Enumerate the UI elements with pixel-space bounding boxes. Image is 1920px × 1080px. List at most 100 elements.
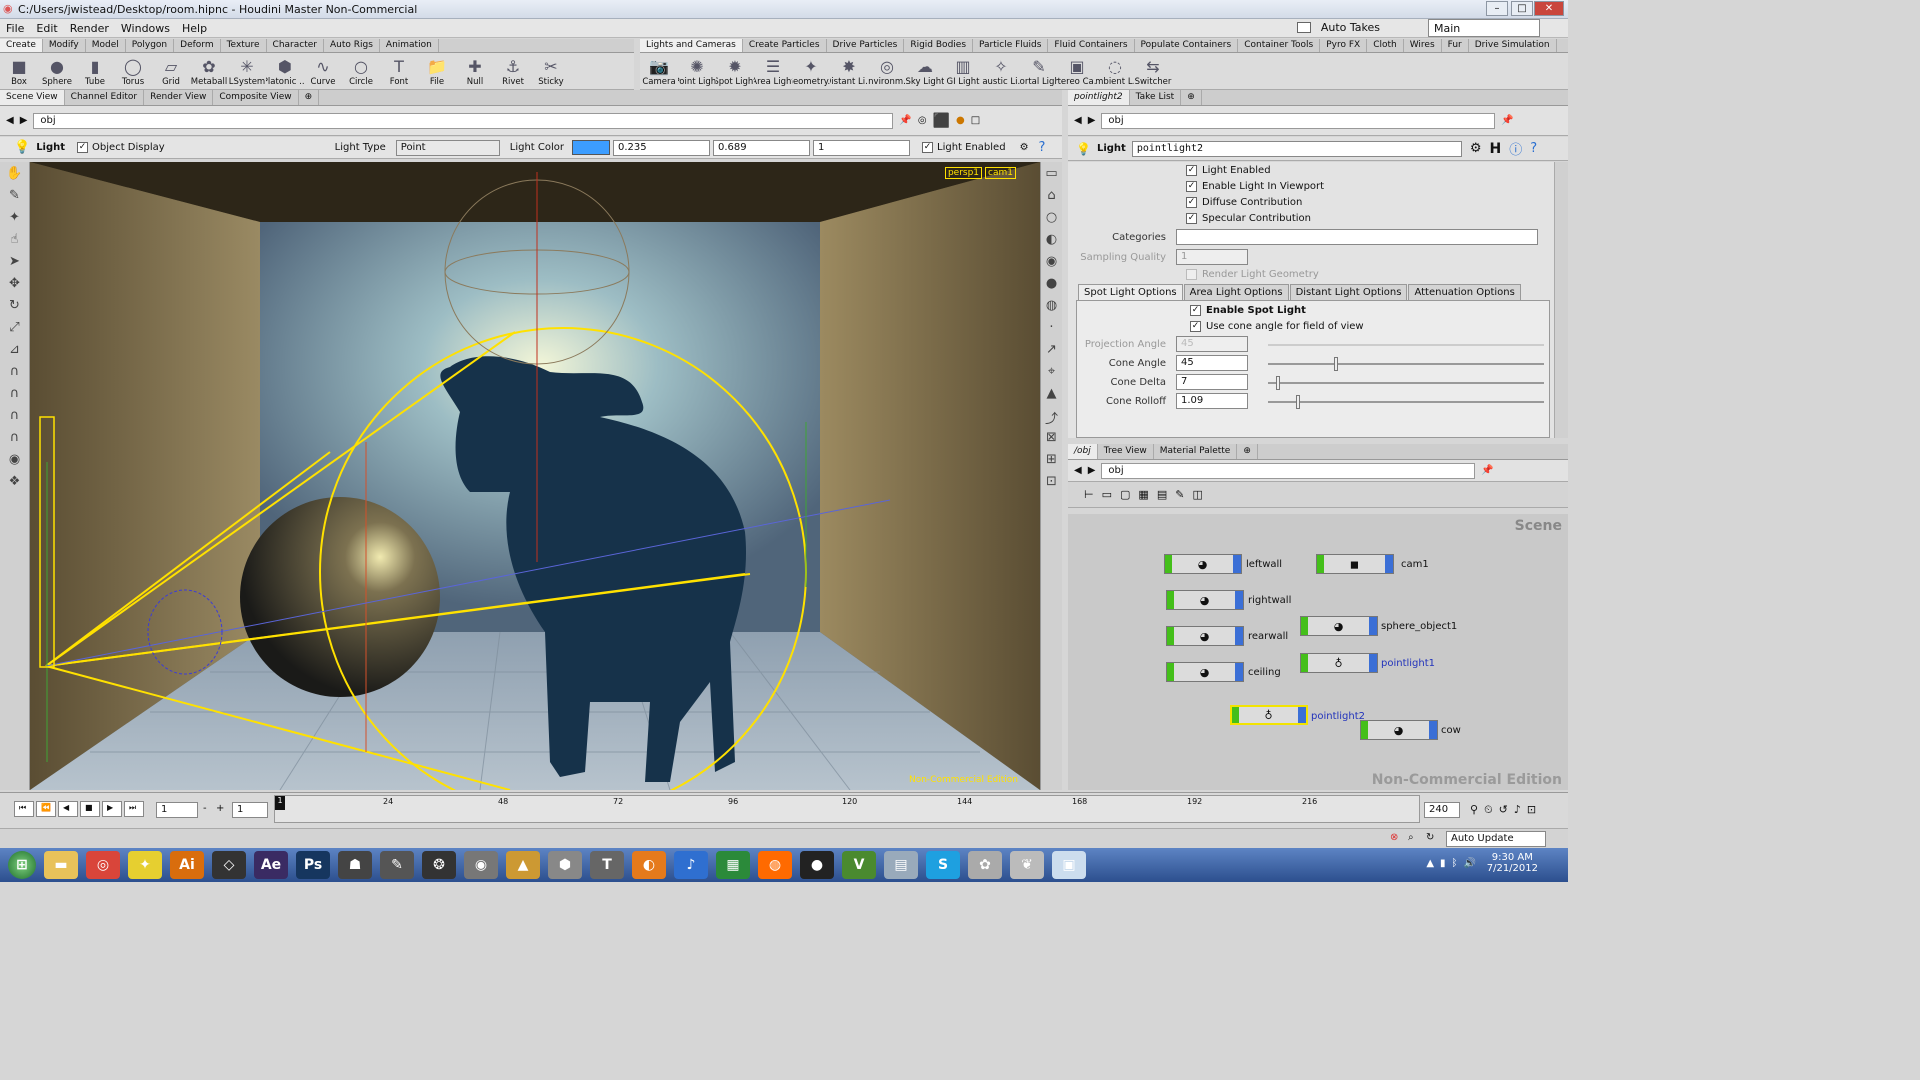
tool-environm[interactable]: ◎Environm...	[868, 53, 906, 89]
tray-bluetooth-icon[interactable]: ᛒ	[1452, 858, 1458, 869]
tool-platonic[interactable]: ⬢Platonic ...	[266, 53, 304, 89]
node-pointlight1[interactable]: ♁	[1300, 653, 1378, 673]
auto-update-select[interactable]: Auto Update	[1446, 831, 1546, 847]
shelf-tab-populate-containers[interactable]: Populate Containers	[1135, 39, 1239, 52]
color-g-field[interactable]: 0.689	[713, 139, 811, 156]
forward-arrow-icon[interactable]: ▶	[20, 115, 28, 126]
play-reverse-button[interactable]: ◀	[58, 801, 78, 817]
tool-distant-li[interactable]: ✸Distant Li...	[830, 53, 868, 89]
categories-field[interactable]	[1176, 229, 1538, 245]
magnet-d-icon[interactable]: ∩	[5, 430, 25, 448]
specular-checkbox[interactable]: ✓	[1186, 212, 1197, 224]
display-icon-13[interactable]: ⊠	[1042, 430, 1062, 448]
display-icon-6[interactable]: ●	[1042, 276, 1062, 294]
net-back-icon[interactable]: ◀	[1074, 465, 1082, 476]
shelf-tab-rigid-bodies[interactable]: Rigid Bodies	[904, 39, 974, 52]
color-b-field[interactable]: 1	[813, 139, 911, 156]
tool-caustic-li[interactable]: ✧Caustic Li...	[982, 53, 1020, 89]
cone-delta-field[interactable]: 7	[1176, 374, 1248, 390]
frame-decrement-button[interactable]: -	[203, 803, 207, 814]
tool-geometry[interactable]: ✦Geometry...	[792, 53, 830, 89]
net-tool-icon-1[interactable]: ⊢	[1084, 488, 1094, 501]
tray-arrow-icon[interactable]: ▲	[1426, 858, 1434, 869]
node-ceiling[interactable]: ◕	[1166, 662, 1244, 682]
menu-render[interactable]: Render	[64, 22, 115, 35]
tool-point-light[interactable]: ✺Point Light	[678, 53, 716, 89]
help-icon[interactable]: ?	[1039, 140, 1046, 155]
shelf-tab-wires[interactable]: Wires	[1404, 39, 1442, 52]
net-pin-icon[interactable]: 📌	[1481, 465, 1493, 476]
display-icon-12[interactable]: ⤴	[1042, 408, 1062, 427]
loop-icon[interactable]: ↺	[1499, 803, 1508, 817]
tab-attenuation-options[interactable]: Attenuation Options	[1408, 284, 1521, 300]
close-button[interactable]: ✕	[1534, 1, 1564, 16]
after-effects-icon[interactable]: Ae	[254, 851, 288, 879]
view-tool-icon[interactable]: ✋	[5, 166, 25, 184]
feather-app-icon[interactable]: ✎	[380, 851, 414, 879]
shelf-tab-polygon[interactable]: Polygon	[126, 39, 175, 52]
persp-menu[interactable]: persp1	[944, 167, 983, 179]
background-icon[interactable]: □	[971, 115, 980, 126]
enable-spot-checkbox[interactable]: ✓	[1190, 304, 1201, 316]
auto-takes-checkbox[interactable]	[1296, 22, 1311, 33]
shelf-tab-deform[interactable]: Deform	[174, 39, 221, 52]
tab-pointlight2[interactable]: pointlight2	[1068, 90, 1130, 105]
itunes-icon[interactable]: ♪	[674, 851, 708, 879]
tool-tube[interactable]: ▮ Tube	[76, 53, 114, 89]
end-frame-field[interactable]: 240	[1424, 802, 1460, 818]
butterfly-app-icon[interactable]: ❦	[1010, 851, 1044, 879]
blender-icon[interactable]: ◐	[632, 851, 666, 879]
shelf-tab-cloth[interactable]: Cloth	[1367, 39, 1404, 52]
search-icon[interactable]: ⌕	[1408, 832, 1414, 843]
rotate-tool-icon[interactable]: ↻	[5, 298, 25, 316]
photoshop-icon[interactable]: Ps	[296, 851, 330, 879]
excel-app-icon[interactable]: ▦	[716, 851, 750, 879]
node-cow[interactable]: ◕	[1360, 720, 1438, 740]
play-button[interactable]: ▶	[102, 801, 122, 817]
chrome-icon[interactable]: ◎	[86, 851, 120, 879]
shelf-tab-create[interactable]: Create	[0, 39, 43, 52]
diffuse-checkbox[interactable]: ✓	[1186, 196, 1197, 208]
handle-icon[interactable]: ⚙	[1020, 142, 1029, 153]
tool-spot-light[interactable]: ✹Spot Light	[716, 53, 754, 89]
brush-tool-icon[interactable]: ✦	[5, 210, 25, 228]
tool-null[interactable]: ✚ Null	[456, 53, 494, 89]
illustrator-icon[interactable]: Ai	[170, 851, 204, 879]
net-tool-icon-3[interactable]: ▢	[1120, 488, 1130, 501]
matlab-icon[interactable]: ▲	[506, 851, 540, 879]
shelf-tab-animation[interactable]: Animation	[380, 39, 439, 52]
menu-file[interactable]: File	[0, 22, 30, 35]
cone-angle-field[interactable]: 45	[1176, 355, 1248, 371]
node-rearwall[interactable]: ◕	[1166, 626, 1244, 646]
current-frame-field[interactable]: 1	[156, 802, 198, 818]
node-leftwall[interactable]: ◕	[1164, 554, 1242, 574]
shelf-tab-drive-particles[interactable]: Drive Particles	[827, 39, 905, 52]
mask-app-icon[interactable]: ☗	[338, 851, 372, 879]
display-icon-2[interactable]: ⌂	[1042, 188, 1062, 206]
houdini-taskbar-icon[interactable]: ◍	[758, 851, 792, 879]
net-note-icon[interactable]: ✎	[1175, 488, 1184, 501]
menu-help[interactable]: Help	[176, 22, 213, 35]
display-icon-3[interactable]: ○	[1042, 210, 1062, 228]
shelf-tab-texture[interactable]: Texture	[221, 39, 267, 52]
select-tool-icon[interactable]: ➤	[5, 254, 25, 272]
param-help-icon[interactable]: ?	[1530, 141, 1537, 156]
pin-icon[interactable]: 📌	[899, 115, 911, 126]
tool-area-light[interactable]: ☰Area Light	[754, 53, 792, 89]
net-tool-icon-7[interactable]: ◫	[1192, 488, 1202, 501]
enable-in-viewport-checkbox[interactable]: ✓	[1186, 180, 1197, 192]
tool-font[interactable]: T Font	[380, 53, 418, 89]
display-icon-14[interactable]: ⊞	[1042, 452, 1062, 470]
param-info-icon[interactable]: ⓘ	[1509, 139, 1522, 158]
unity-icon[interactable]: ◇	[212, 851, 246, 879]
shelf-tab-model[interactable]: Model	[86, 39, 126, 52]
tab-area-light-options[interactable]: Area Light Options	[1183, 284, 1289, 300]
minimize-button[interactable]: –	[1486, 1, 1508, 16]
tab-obj[interactable]: /obj	[1068, 444, 1098, 459]
tab-distant-light-options[interactable]: Distant Light Options	[1289, 284, 1408, 300]
shelf-tab-pyro-fx[interactable]: Pyro FX	[1320, 39, 1368, 52]
display-icon-9[interactable]: ↗	[1042, 342, 1062, 360]
display-icon-7[interactable]: ◍	[1042, 298, 1062, 316]
cone-rolloff-slider[interactable]	[1268, 395, 1544, 409]
add-tab-icon[interactable]: ⊕	[299, 90, 320, 105]
